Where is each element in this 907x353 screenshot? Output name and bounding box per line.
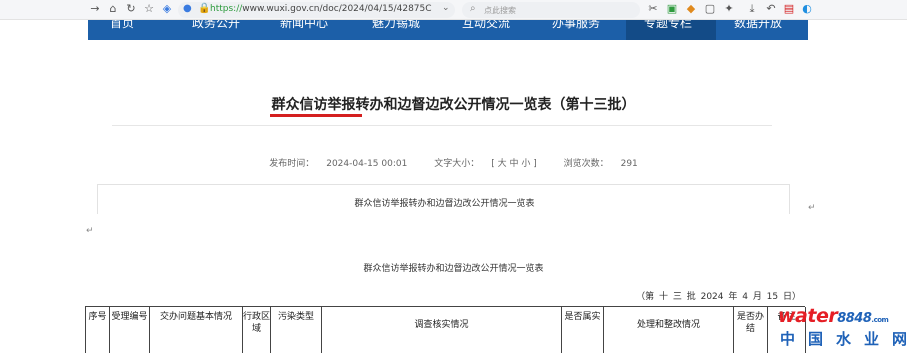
search-icon: ⌕: [470, 3, 476, 14]
nav-item-data[interactable]: 数据开放: [734, 20, 782, 31]
watermark-brand: water8848.com: [778, 305, 889, 327]
puzzle-icon[interactable]: ✦: [722, 2, 736, 16]
title-accent-underline: [270, 114, 362, 117]
batch-date-line: （第 十 三 批 2024 年 4 月 15 日）: [636, 292, 801, 302]
nav-item-gov-open[interactable]: 政务公开: [192, 20, 240, 31]
header-cell: 序号: [86, 307, 110, 353]
publish-time: 2024-04-15 00:01: [326, 159, 408, 169]
nav-item-interaction[interactable]: 互动交流: [462, 20, 510, 31]
content-box: 群众信访举报转办和边督边改公开情况一览表: [97, 184, 790, 214]
download-icon[interactable]: ⤓: [745, 2, 759, 16]
divider: [112, 125, 772, 126]
search-placeholder: 点此搜索: [484, 6, 516, 15]
browser-toolbar: → ⌂ ↻ ☆ ◈ ● 🔒 https://www.wuxi.gov.cn/do…: [0, 0, 907, 20]
refresh-icon[interactable]: ↻: [124, 2, 138, 16]
folder-icon[interactable]: ▢: [703, 2, 717, 16]
sheet-title: 群众信访举报转办和边督边改公开情况一览表: [363, 264, 544, 274]
header-cell: 处理和整改情况: [604, 307, 734, 353]
chevron-down-icon[interactable]: ⌄: [442, 3, 450, 13]
game-icon[interactable]: ◆: [684, 2, 698, 16]
address-bar[interactable]: ● 🔒 https://www.wuxi.gov.cn/doc/2024/04/…: [178, 2, 455, 18]
lock-icon: 🔒: [198, 3, 211, 14]
header-cell: 污染类型: [271, 307, 322, 353]
views-label: 浏览次数：: [563, 159, 609, 169]
article-meta: 发布时间： 2024-04-15 00:01 文字大小： [ 大 中 小 ] 浏览次…: [0, 156, 907, 169]
publish-label: 发布时间：: [269, 159, 315, 169]
nav-item-home[interactable]: 首页: [110, 20, 134, 31]
header-cell: 调查核实情况: [322, 307, 562, 353]
extension-icon[interactable]: ◈: [160, 2, 174, 16]
browser-logo-icon[interactable]: ◐: [800, 2, 814, 16]
site-nav: 首页 政务公开 新闻中心 魅力锡城 互动交流 办事服务 专题专栏 数据开放: [88, 20, 808, 40]
watermark-cn-text: 中国水业网: [780, 330, 907, 348]
home-icon[interactable]: ⌂: [106, 2, 120, 16]
paragraph-mark: ↵: [808, 203, 816, 213]
nav-item-topics[interactable]: 专题专栏: [644, 20, 692, 31]
shield-icon[interactable]: ▣: [665, 2, 679, 16]
nav-item-services[interactable]: 办事服务: [552, 20, 600, 31]
forward-icon[interactable]: →: [88, 2, 102, 16]
header-cell: 行政区域: [243, 307, 271, 353]
font-size-switch[interactable]: [ 大 中 小 ]: [491, 159, 536, 169]
header-cell: 是否办结: [734, 307, 768, 353]
font-size-label: 文字大小：: [434, 159, 480, 169]
url-text: https://www.wuxi.gov.cn/doc/2024/04/15/4…: [210, 4, 432, 14]
undo-icon[interactable]: ↶: [764, 2, 778, 16]
nav-item-news[interactable]: 新闻中心: [280, 20, 328, 31]
site-info-icon[interactable]: ●: [183, 3, 192, 14]
star-icon[interactable]: ☆: [142, 2, 156, 16]
page-title: 群众信访举报转办和边督边改公开情况一览表（第十三批）: [271, 97, 636, 113]
table-header: 序号 受理编号 交办问题基本情况 行政区域 污染类型 调查核实情况 是否属实 处…: [85, 306, 806, 353]
header-cell: 交办问题基本情况: [150, 307, 243, 353]
header-cell: 受理编号: [110, 307, 150, 353]
cut-icon[interactable]: ✂: [646, 2, 660, 16]
document-icon[interactable]: ▤: [782, 2, 796, 16]
search-box[interactable]: ⌕ 点此搜索: [462, 2, 640, 18]
header-cell: 是否属实: [562, 307, 604, 353]
box-caption: 群众信访举报转办和边督边改公开情况一览表: [354, 199, 535, 209]
paragraph-mark: ↵: [86, 226, 94, 236]
nav-item-city[interactable]: 魅力锡城: [372, 20, 420, 31]
view-count: 291: [620, 159, 638, 169]
watermark-logo: water8848.com 中国水业网: [778, 305, 907, 353]
